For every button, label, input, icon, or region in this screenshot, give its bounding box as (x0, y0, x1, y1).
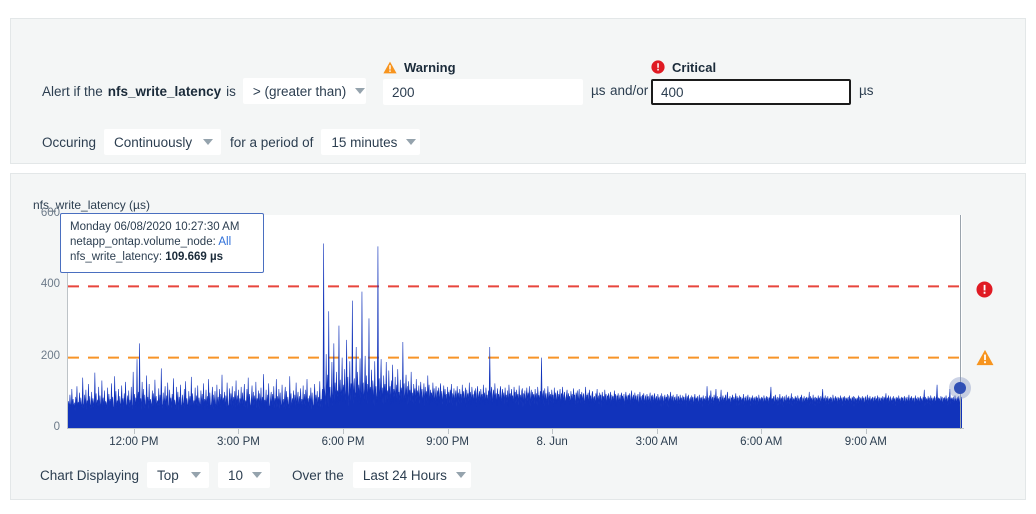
critical-circle-icon (651, 60, 665, 74)
x-tick-mark (761, 429, 763, 434)
x-tick-label: 9:00 PM (426, 436, 469, 448)
chevron-down-icon (406, 139, 417, 145)
chart-range-select[interactable]: Last 24 Hours (352, 462, 471, 488)
tooltip-node-label: netapp_ontap.volume_node: (70, 236, 216, 248)
alert-duration-row: Occuring Continuously for a period of 15… (42, 129, 421, 155)
critical-threshold-group: Critical (651, 59, 716, 75)
alert-prefix-label: Alert if the (42, 83, 103, 99)
warning-unit-label: µs (591, 83, 606, 98)
x-tick-label: 6:00 PM (321, 436, 365, 448)
tooltip-node-value[interactable]: All (218, 236, 231, 248)
chevron-down-icon (252, 472, 263, 478)
alert-condition-panel: Alert if the nfs_write_latency is > (gre… (10, 18, 1026, 164)
warning-label: Warning (404, 59, 456, 75)
chart-top-value: Top (157, 467, 179, 483)
x-tick-label: 9:00 AM (844, 436, 887, 448)
chart-range-value: Last 24 Hours (362, 467, 447, 483)
chart-count-select[interactable]: 10 (218, 462, 271, 488)
warning-threshold-marker-icon[interactable] (976, 349, 994, 366)
x-tick-label: 3:00 AM (635, 436, 678, 448)
x-tick-mark (342, 429, 344, 434)
chevron-down-icon (455, 472, 466, 478)
period-select[interactable]: 15 minutes (321, 129, 421, 155)
chart-hover-point[interactable] (949, 377, 971, 399)
y-tick-label: 600 (40, 207, 60, 219)
occuring-label: Occuring (42, 134, 97, 150)
x-tick-mark (865, 429, 867, 434)
chevron-down-icon (191, 472, 202, 478)
operator-select-value: > (greater than) (252, 83, 347, 99)
x-tick-label: 8. Jun (536, 436, 568, 448)
critical-label-row: Critical (651, 59, 716, 75)
tooltip-metric-label: nfs_write_latency: (70, 251, 163, 263)
x-tick-label: 3:00 PM (217, 436, 260, 448)
y-tick-label: 400 (40, 278, 60, 291)
chart-top-select[interactable]: Top (147, 462, 210, 488)
critical-threshold-marker-icon[interactable] (976, 281, 993, 298)
critical-label: Critical (672, 59, 717, 75)
alert-metric-name: nfs_write_latency (107, 83, 222, 99)
operator-select[interactable]: > (greater than) (242, 78, 366, 104)
tooltip-timestamp: Monday 06/08/2020 10:27:30 AM (70, 221, 240, 233)
tooltip-node-row: netapp_ontap.volume_node: All (70, 235, 255, 250)
x-tick-label: 12:00 PM (109, 436, 159, 448)
tooltip-metric-row: nfs_write_latency: 109.669 µs (70, 250, 255, 265)
x-tick-mark (552, 429, 554, 434)
x-axis-line (68, 428, 964, 429)
occuring-select-value: Continuously (114, 134, 193, 150)
x-tick-mark (238, 429, 240, 434)
chart-displaying-label: Chart Displaying (40, 467, 140, 483)
alert-is-label: is (226, 83, 236, 99)
alert-definition-page: Alert if the nfs_write_latency is > (gre… (0, 0, 1036, 514)
chart-tooltip: Monday 06/08/2020 10:27:30 AM netapp_ont… (60, 213, 264, 273)
y-tick-label: 0 (53, 421, 60, 433)
chart-over-label: Over the (292, 467, 344, 483)
y-tick-label: 200 (40, 349, 60, 362)
warning-threshold-group: Warning (383, 59, 456, 75)
x-tick-mark (447, 429, 449, 434)
alert-condition-row: Alert if the nfs_write_latency is > (gre… (42, 78, 366, 104)
critical-unit-label: µs (859, 83, 874, 98)
chevron-down-icon (203, 139, 214, 145)
warning-label-row: Warning (383, 59, 456, 75)
warning-triangle-icon (383, 61, 397, 74)
x-tick-mark (133, 429, 135, 434)
chevron-down-icon (355, 88, 366, 94)
tooltip-metric-value: 109.669 µs (165, 251, 224, 263)
critical-threshold-input[interactable] (651, 79, 851, 105)
period-select-value: 15 minutes (331, 134, 398, 150)
x-tick-mark (656, 429, 658, 434)
period-label: for a period of (230, 134, 314, 150)
warning-threshold-input[interactable] (383, 79, 583, 105)
occuring-select[interactable]: Continuously (104, 129, 222, 155)
and-or-label: and/or (610, 83, 649, 98)
chart-controls-row: Chart Displaying Top 10 Over the Last 24… (40, 462, 471, 488)
chart-count-value: 10 (228, 467, 244, 483)
x-tick-label: 6:00 AM (740, 436, 783, 448)
